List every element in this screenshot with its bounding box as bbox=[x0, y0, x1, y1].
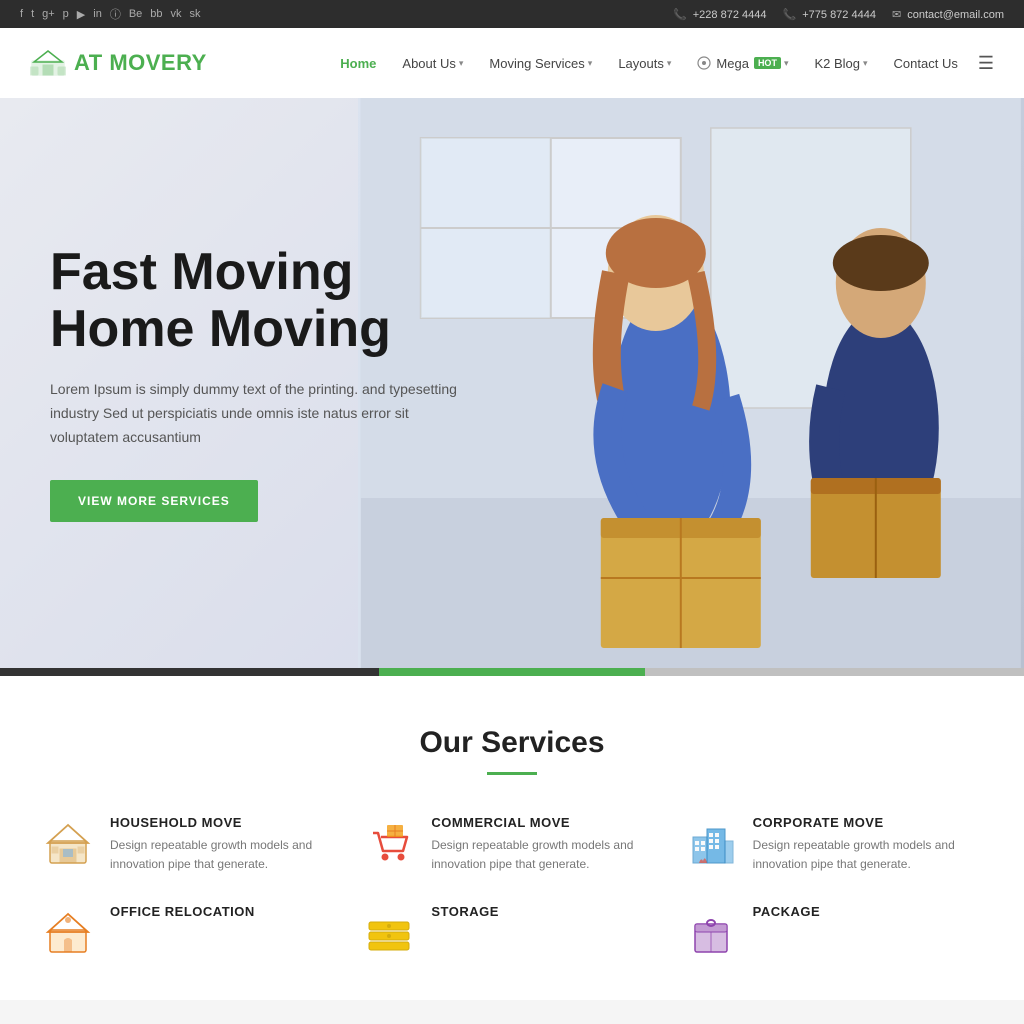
storage-title: STORAGE bbox=[431, 904, 499, 919]
twitter-icon[interactable]: t bbox=[31, 8, 34, 20]
pinterest-icon[interactable]: p bbox=[63, 8, 69, 20]
commercial-icon bbox=[361, 815, 417, 871]
progress-black bbox=[0, 668, 379, 676]
office-title: OFFICE RELOCATION bbox=[110, 904, 255, 919]
progress-green bbox=[379, 668, 645, 676]
googleplus-icon[interactable]: g+ bbox=[42, 8, 55, 20]
services-title: Our Services bbox=[40, 726, 984, 760]
package-content: PACKAGE bbox=[753, 904, 821, 925]
main-nav: Home About Us ▾ Moving Services ▾ Layout… bbox=[330, 50, 994, 77]
household-content: HOUSEHOLD MOVE Design repeatable growth … bbox=[110, 815, 341, 874]
phone1: 📞 +228 872 4444 bbox=[673, 8, 766, 21]
nav-contact[interactable]: Contact Us bbox=[884, 50, 968, 77]
service-household: HOUSEHOLD MOVE Design repeatable growth … bbox=[40, 815, 341, 874]
header: AT MOVERY Home About Us ▾ Moving Service… bbox=[0, 28, 1024, 98]
nav-layouts[interactable]: Layouts ▾ bbox=[608, 50, 681, 77]
corporate-title: CORPORATE MOVE bbox=[753, 815, 984, 830]
office-content: OFFICE RELOCATION bbox=[110, 904, 255, 925]
blackberry-icon[interactable]: bb bbox=[150, 8, 162, 20]
commercial-content: COMMERCIAL MOVE Design repeatable growth… bbox=[431, 815, 662, 874]
service-commercial: COMMERCIAL MOVE Design repeatable growth… bbox=[361, 815, 662, 874]
storage-content: STORAGE bbox=[431, 904, 499, 925]
logo-text: AT MOVERY bbox=[74, 50, 207, 76]
progress-strip bbox=[0, 668, 1024, 676]
hero-section: Fast Moving Home Moving Lorem Ipsum is s… bbox=[0, 98, 1024, 668]
social-links[interactable]: f t g+ p ▶ in ⓘ Be bb vk sk bbox=[20, 6, 201, 22]
top-bar: f t g+ p ▶ in ⓘ Be bb vk sk 📞 +228 872 4… bbox=[0, 0, 1024, 28]
household-desc: Design repeatable growth models and inno… bbox=[110, 836, 341, 874]
commercial-title: COMMERCIAL MOVE bbox=[431, 815, 662, 830]
corporate-content: CORPORATE MOVE Design repeatable growth … bbox=[753, 815, 984, 874]
section-underline bbox=[487, 772, 537, 775]
nav-k2blog[interactable]: K2 Blog ▾ bbox=[804, 50, 877, 77]
logo-icon bbox=[30, 49, 66, 77]
package-icon bbox=[683, 904, 739, 960]
corporate-desc: Design repeatable growth models and inno… bbox=[753, 836, 984, 874]
contact-info: 📞 +228 872 4444 📞 +775 872 4444 ✉ contac… bbox=[673, 8, 1004, 21]
hero-content: Fast Moving Home Moving Lorem Ipsum is s… bbox=[0, 244, 520, 522]
nav-about[interactable]: About Us ▾ bbox=[392, 50, 473, 77]
corporate-icon bbox=[683, 815, 739, 871]
service-office: OFFICE RELOCATION bbox=[40, 904, 341, 960]
mega-icon bbox=[697, 56, 711, 70]
instagram-icon[interactable]: ⓘ bbox=[110, 6, 121, 22]
services-section: Our Services HOUSEHOLD MOVE Design repea… bbox=[0, 676, 1024, 1000]
commercial-desc: Design repeatable growth models and inno… bbox=[431, 836, 662, 874]
service-corporate: CORPORATE MOVE Design repeatable growth … bbox=[683, 815, 984, 874]
office-icon bbox=[40, 904, 96, 960]
nav-moving-services[interactable]: Moving Services ▾ bbox=[479, 50, 602, 77]
email: ✉ contact@email.com bbox=[892, 8, 1004, 21]
view-more-services-button[interactable]: VIEW MORE SERVICES bbox=[50, 480, 258, 522]
phone2: 📞 +775 872 4444 bbox=[782, 8, 875, 21]
skype-icon[interactable]: sk bbox=[190, 8, 201, 20]
household-icon bbox=[40, 815, 96, 871]
vk-icon[interactable]: vk bbox=[171, 8, 182, 20]
progress-gray bbox=[645, 668, 1024, 676]
logo[interactable]: AT MOVERY bbox=[30, 49, 207, 77]
package-title: PACKAGE bbox=[753, 904, 821, 919]
nav-mega[interactable]: Mega HOT ▾ bbox=[687, 50, 798, 77]
youtube-icon[interactable]: ▶ bbox=[77, 8, 85, 21]
household-title: HOUSEHOLD MOVE bbox=[110, 815, 341, 830]
nav-home[interactable]: Home bbox=[330, 50, 386, 77]
linkedin-icon[interactable]: in bbox=[93, 8, 102, 20]
service-storage: STORAGE bbox=[361, 904, 662, 960]
behance-icon[interactable]: Be bbox=[129, 8, 142, 20]
service-package: PACKAGE bbox=[683, 904, 984, 960]
hero-title: Fast Moving Home Moving bbox=[50, 244, 470, 358]
services-grid: HOUSEHOLD MOVE Design repeatable growth … bbox=[40, 815, 984, 960]
facebook-icon[interactable]: f bbox=[20, 8, 23, 20]
storage-icon bbox=[361, 904, 417, 960]
hero-description: Lorem Ipsum is simply dummy text of the … bbox=[50, 378, 470, 449]
hamburger-menu[interactable]: ☰ bbox=[978, 53, 994, 74]
